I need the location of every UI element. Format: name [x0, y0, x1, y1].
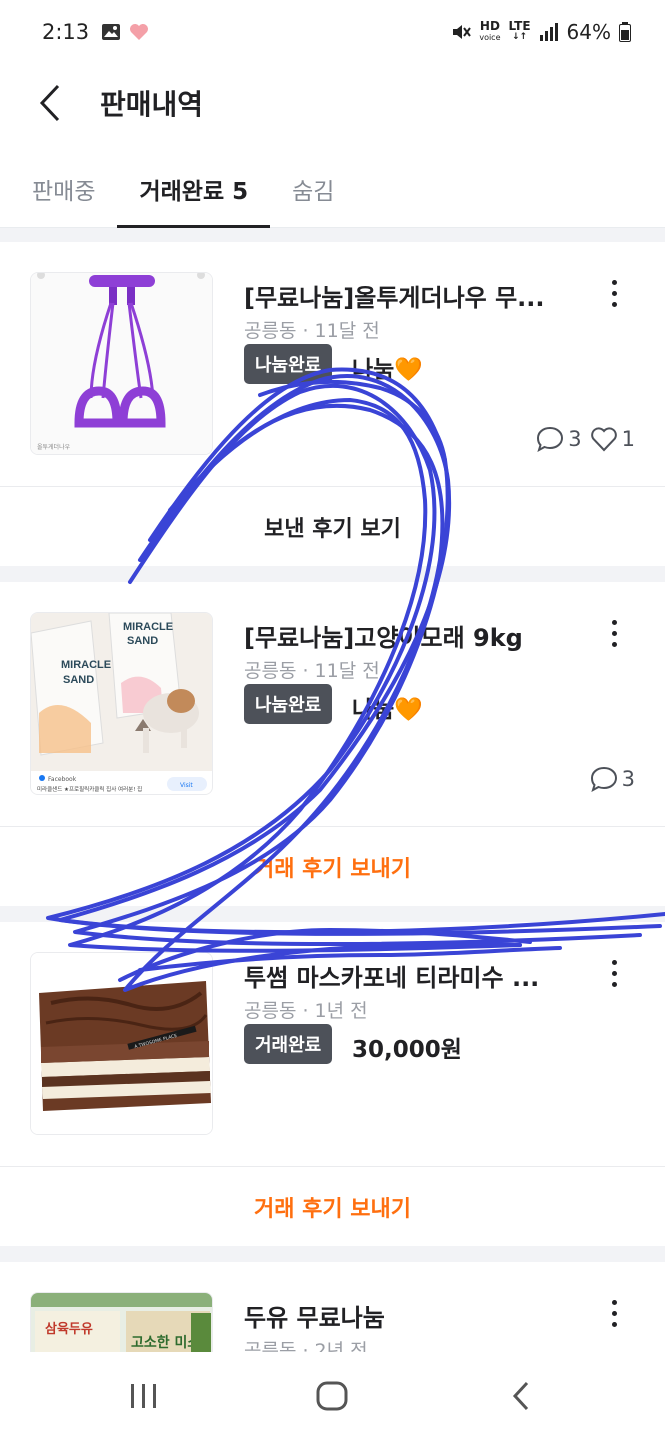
soy-milk-image: 삼육두유 고소한 미소 — [31, 1293, 212, 1352]
thumb-caption: 미라클샌드 ★프로필릭카클릭 집사 여러분! 집 — [37, 785, 142, 793]
thumb-brand-line1: MIRACLE — [61, 659, 111, 671]
section-divider — [0, 906, 665, 922]
chat-icon — [537, 426, 564, 452]
lte-indicator: LTE ↓↑ — [508, 19, 531, 42]
status-badge: 거래완료 — [244, 1024, 333, 1064]
heart-notification-icon — [130, 24, 149, 40]
exercise-band-image: 올투게더나우 — [31, 273, 212, 454]
svg-text:MIRACLE: MIRACLE — [123, 621, 173, 633]
back-nav-button[interactable] — [481, 1366, 561, 1426]
item-meta: 공릉동 · 11달 전 — [244, 320, 380, 342]
item-meta: 공릉동 · 11달 전 — [244, 660, 380, 682]
system-nav-bar — [0, 1352, 665, 1440]
item-title[interactable]: [무료나눔]고양이모래 9kg — [244, 618, 574, 653]
app-bar: 판매내역 — [0, 64, 665, 142]
item-counts: 3 — [590, 766, 635, 792]
more-options-button[interactable] — [596, 611, 632, 655]
view-sent-review-button[interactable]: 보낸 후기 보기 — [0, 486, 665, 566]
thumb-visit: Visit — [180, 782, 193, 789]
item-title[interactable]: 투썸 마스카포네 티라미수 ... — [244, 958, 574, 993]
item-thumbnail[interactable]: 올투게더나우 — [30, 272, 213, 455]
thumb-caption: 고소한 미소 — [131, 1335, 200, 1351]
section-divider — [0, 228, 665, 242]
item-thumbnail[interactable]: 삼육두유 고소한 미소 — [30, 1292, 213, 1352]
mute-icon — [453, 25, 472, 39]
thumb-source: Facebook — [48, 776, 77, 783]
recent-apps-button[interactable] — [104, 1366, 184, 1426]
back-button[interactable] — [0, 64, 100, 142]
tab-hidden[interactable]: 숨김 — [270, 150, 356, 228]
home-icon — [316, 1381, 348, 1411]
more-options-button[interactable] — [596, 1291, 632, 1335]
status-bar: 2:13 HD voice LTE ↓↑ 64% — [0, 0, 665, 64]
comment-count: 3 — [568, 427, 582, 451]
list-item[interactable]: 올투게더나우 [무료나눔]올투게더나우 무... 공릉동 · 11달 전 나눔완… — [0, 242, 665, 566]
hd-voice-indicator: HD voice — [479, 19, 501, 42]
tab-completed[interactable]: 거래완료 5 — [117, 150, 270, 228]
item-meta: 공릉동 · 2년 전 — [244, 1340, 368, 1352]
send-review-button[interactable]: 거래 후기 보내기 — [0, 826, 665, 906]
gallery-notification-icon — [102, 24, 121, 40]
item-thumbnail[interactable]: A TWOSOME PLACE — [30, 952, 213, 1135]
recent-apps-icon — [131, 1384, 157, 1408]
item-meta: 공릉동 · 1년 전 — [244, 1000, 368, 1022]
item-thumbnail[interactable]: MIRACLE SAND MIRACLE SAND Facebook 미라클샌드… — [30, 612, 213, 795]
thumb-brand-line2: SAND — [63, 674, 94, 686]
cat-litter-image: MIRACLE SAND MIRACLE SAND Facebook 미라클샌드… — [31, 613, 212, 794]
more-options-button[interactable] — [596, 271, 632, 315]
section-divider — [0, 566, 665, 582]
svg-text:SAND: SAND — [127, 635, 158, 647]
signal-icon — [539, 23, 558, 41]
thumb-caption: 올투게더나우 — [37, 443, 71, 451]
list-item[interactable]: 삼육두유 고소한 미소 두유 무료나눔 공릉동 · 2년 전 — [0, 1262, 665, 1352]
tiramisu-image: A TWOSOME PLACE — [31, 953, 212, 1134]
thumb-brand: 삼육두유 — [45, 1321, 93, 1337]
page-title: 판매내역 — [100, 88, 204, 121]
battery-icon — [619, 22, 631, 42]
section-divider — [0, 1246, 665, 1262]
back-arrow-icon — [39, 84, 60, 122]
list-item[interactable]: A TWOSOME PLACE 투썸 마스카포네 티라미수 ... 공릉동 · … — [0, 922, 665, 1246]
status-time: 2:13 — [42, 20, 90, 44]
home-button[interactable] — [292, 1366, 372, 1426]
tab-selling[interactable]: 판매중 — [10, 150, 117, 228]
item-price: 나눔🧡 — [352, 357, 423, 383]
status-badge: 나눔완료 — [244, 684, 333, 724]
item-counts: 3 1 — [536, 426, 635, 452]
item-title[interactable]: 두유 무료나눔 — [244, 1298, 574, 1333]
tab-bar: 판매중 거래완료 5 숨김 — [0, 150, 665, 228]
more-options-button[interactable] — [596, 951, 632, 995]
battery-percent: 64% — [566, 20, 611, 44]
list-item[interactable]: MIRACLE SAND MIRACLE SAND Facebook 미라클샌드… — [0, 582, 665, 906]
item-title[interactable]: [무료나눔]올투게더나우 무... — [244, 278, 574, 313]
chat-icon — [590, 766, 617, 792]
heart-icon — [590, 427, 617, 452]
send-review-button[interactable]: 거래 후기 보내기 — [0, 1166, 665, 1246]
comment-count: 3 — [621, 767, 635, 791]
like-count: 1 — [621, 427, 635, 451]
back-nav-icon — [512, 1381, 528, 1411]
status-badge: 나눔완료 — [244, 344, 333, 384]
item-price: 나눔🧡 — [352, 697, 423, 723]
item-price: 30,000원 — [352, 1037, 462, 1063]
